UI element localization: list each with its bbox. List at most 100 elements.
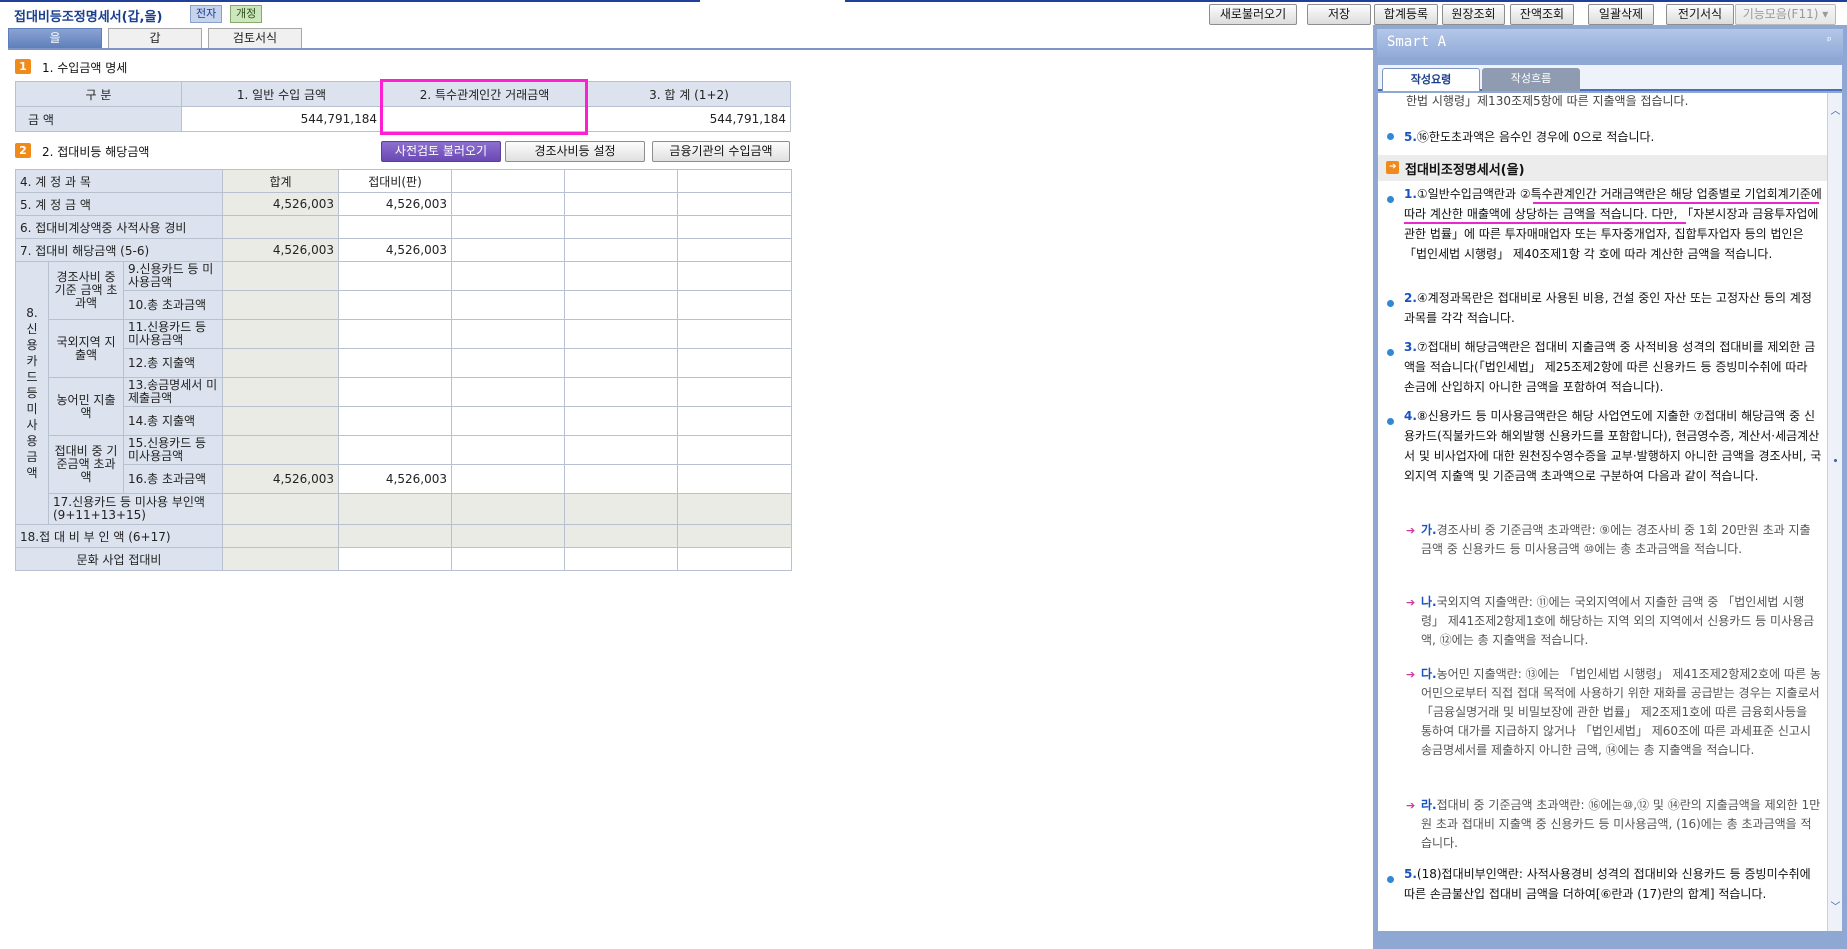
col-head-empty[interactable]	[564, 169, 678, 193]
empty-cell[interactable]	[451, 319, 565, 349]
save-button[interactable]: 저장	[1307, 4, 1371, 25]
empty-cell[interactable]	[451, 406, 565, 436]
balance-view-button[interactable]: 잔액조회	[1510, 4, 1574, 25]
empty-cell[interactable]	[677, 435, 792, 465]
pan-cell[interactable]	[338, 377, 452, 407]
pan-cell	[338, 524, 452, 548]
group-farmers: 농어민 지출액	[48, 377, 124, 436]
empty-cell[interactable]	[677, 406, 792, 436]
total-cell	[222, 290, 339, 320]
empty-cell[interactable]	[451, 547, 565, 571]
empty-cell[interactable]	[564, 435, 678, 465]
col-head-pan[interactable]: 접대비(판)	[338, 169, 452, 193]
empty-cell[interactable]	[677, 238, 792, 262]
empty-cell[interactable]	[564, 290, 678, 320]
empty-cell[interactable]	[677, 377, 792, 407]
tab-gap[interactable]: 갑	[108, 28, 202, 48]
empty-cell[interactable]	[677, 261, 792, 291]
empty-cell[interactable]	[677, 192, 792, 216]
tab-writing-guide[interactable]: 작성요령	[1382, 68, 1480, 91]
pan-cell[interactable]: 4,526,003	[338, 238, 452, 262]
arrow-icon: ➔	[1406, 668, 1416, 681]
scroll-up-icon[interactable]: ︿	[1828, 105, 1843, 119]
financial-income-button[interactable]: 금융기관의 수입금액	[652, 141, 790, 162]
scroll-thumb[interactable]	[1834, 459, 1837, 462]
row-label: 11.신용카드 등 미사용금액	[123, 319, 223, 349]
empty-cell[interactable]	[451, 377, 565, 407]
empty-cell[interactable]	[677, 348, 792, 378]
pan-cell[interactable]: 4,526,003	[338, 464, 452, 494]
empty-cell[interactable]	[677, 464, 792, 494]
section-title: 1. 수입금액 명세	[42, 61, 128, 75]
batch-delete-button[interactable]: 일괄삭제	[1588, 4, 1654, 25]
scroll-down-icon[interactable]: ﹀	[1828, 901, 1843, 915]
arrow-glyph-icon: ➔	[1389, 162, 1397, 172]
col-head-empty[interactable]	[451, 169, 565, 193]
empty-cell[interactable]	[564, 348, 678, 378]
empty-cell[interactable]	[564, 319, 678, 349]
empty-cell[interactable]	[451, 435, 565, 465]
empty-cell[interactable]	[677, 547, 792, 571]
empty-cell[interactable]	[451, 261, 565, 291]
ledger-view-button[interactable]: 원장조회	[1442, 4, 1505, 25]
subitem-text: 농어민 지출액란: ⑬에는 「법인세법 시행령」 제41조제2항제2호에 따른 …	[1421, 667, 1821, 757]
empty-cell[interactable]	[564, 406, 678, 436]
group-over-standard: 접대비 중 기준금액 초과액	[48, 435, 124, 494]
pan-cell[interactable]	[338, 215, 452, 239]
empty-cell[interactable]	[451, 192, 565, 216]
empty-cell[interactable]	[564, 215, 678, 239]
pan-cell[interactable]	[338, 435, 452, 465]
pre-check-load-button[interactable]: 사전검토 불러오기	[381, 141, 501, 162]
empty-cell[interactable]	[564, 238, 678, 262]
guide-text: 한법 시행령」제130조제5항에 따른 지출액을 접습니다.	[1406, 94, 1689, 108]
empty-cell[interactable]	[564, 547, 678, 571]
row-label: 문화 사업 접대비	[15, 547, 223, 571]
col-head-empty[interactable]	[677, 169, 792, 193]
pan-cell[interactable]	[338, 290, 452, 320]
tab-eul[interactable]: 을	[8, 28, 102, 48]
condolence-setting-button[interactable]: 경조사비등 설정	[505, 141, 645, 162]
pan-cell[interactable]: 4,526,003	[338, 192, 452, 216]
tab-review-form[interactable]: 검토서식	[208, 28, 302, 48]
subitem-number: 나.	[1421, 595, 1437, 609]
reload-button[interactable]: 새로불러오기	[1209, 4, 1297, 25]
pin-icon[interactable]: ᵖ	[1827, 34, 1832, 47]
empty-cell[interactable]	[677, 215, 792, 239]
item-number: 5.	[1404, 867, 1417, 881]
empty-cell[interactable]	[451, 464, 565, 494]
empty-cell[interactable]	[677, 290, 792, 320]
pan-cell[interactable]	[338, 319, 452, 349]
empty-cell[interactable]	[564, 464, 678, 494]
empty-cell[interactable]	[677, 319, 792, 349]
empty-cell[interactable]	[451, 290, 565, 320]
general-income-cell[interactable]: 544,791,184	[181, 106, 382, 132]
bullet-icon	[1387, 418, 1394, 425]
electronic-badge[interactable]: 전자	[190, 5, 223, 23]
pan-cell[interactable]	[338, 406, 452, 436]
empty-cell[interactable]	[564, 261, 678, 291]
tab-underline	[8, 48, 1373, 50]
account-header: 4. 계 정 과 목	[15, 169, 223, 193]
empty-cell[interactable]	[564, 192, 678, 216]
item-number: 4.	[1404, 409, 1417, 423]
highlight-box	[380, 79, 588, 135]
pan-cell[interactable]	[338, 547, 452, 571]
bullet-icon	[1387, 349, 1394, 356]
previous-form-button[interactable]: 전기서식	[1666, 4, 1734, 25]
row-label: 9.신용카드 등 미사용금액	[123, 261, 223, 291]
function-menu-button[interactable]: 기능모음(F11) ▾	[1735, 4, 1836, 25]
pan-cell[interactable]	[338, 348, 452, 378]
sum-register-button[interactable]: 합계등록	[1374, 4, 1438, 25]
item-text: ①일반수입금액란과 ②특수관계인간 거래금액란은 해당 업종별로 기업회계기준에…	[1404, 187, 1822, 261]
subitem-number: 가.	[1421, 523, 1437, 537]
total-cell	[222, 215, 339, 239]
empty-cell[interactable]	[451, 238, 565, 262]
revision-badge[interactable]: 개정	[230, 5, 263, 23]
empty-cell[interactable]	[451, 348, 565, 378]
smart-scrollbar[interactable]: ︿ ﹀	[1827, 93, 1842, 931]
pan-cell[interactable]	[338, 261, 452, 291]
header-general-income: 1. 일반 수입 금액	[181, 81, 382, 107]
empty-cell[interactable]	[451, 215, 565, 239]
empty-cell[interactable]	[564, 377, 678, 407]
tab-writing-flow[interactable]: 작성흐름	[1482, 68, 1580, 91]
